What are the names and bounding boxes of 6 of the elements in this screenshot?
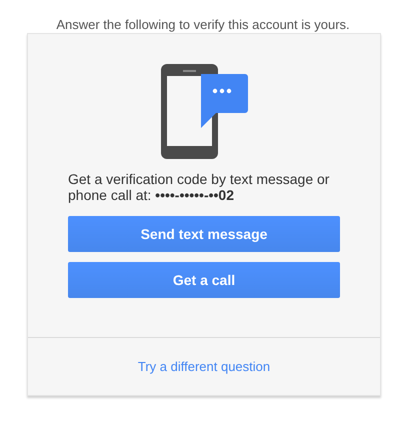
action-button[interactable]: Send text message (68, 216, 340, 252)
phone-message-icon (160, 64, 248, 159)
verification-message: Get a verification code by text message or phone call at: ••••-•••••-••02 (68, 171, 330, 203)
instruction-text: Answer the following to verify this account is yours. (55, 16, 351, 33)
different-question-link[interactable]: Try a different question (138, 359, 270, 374)
action-button[interactable]: Get a call (68, 262, 340, 298)
